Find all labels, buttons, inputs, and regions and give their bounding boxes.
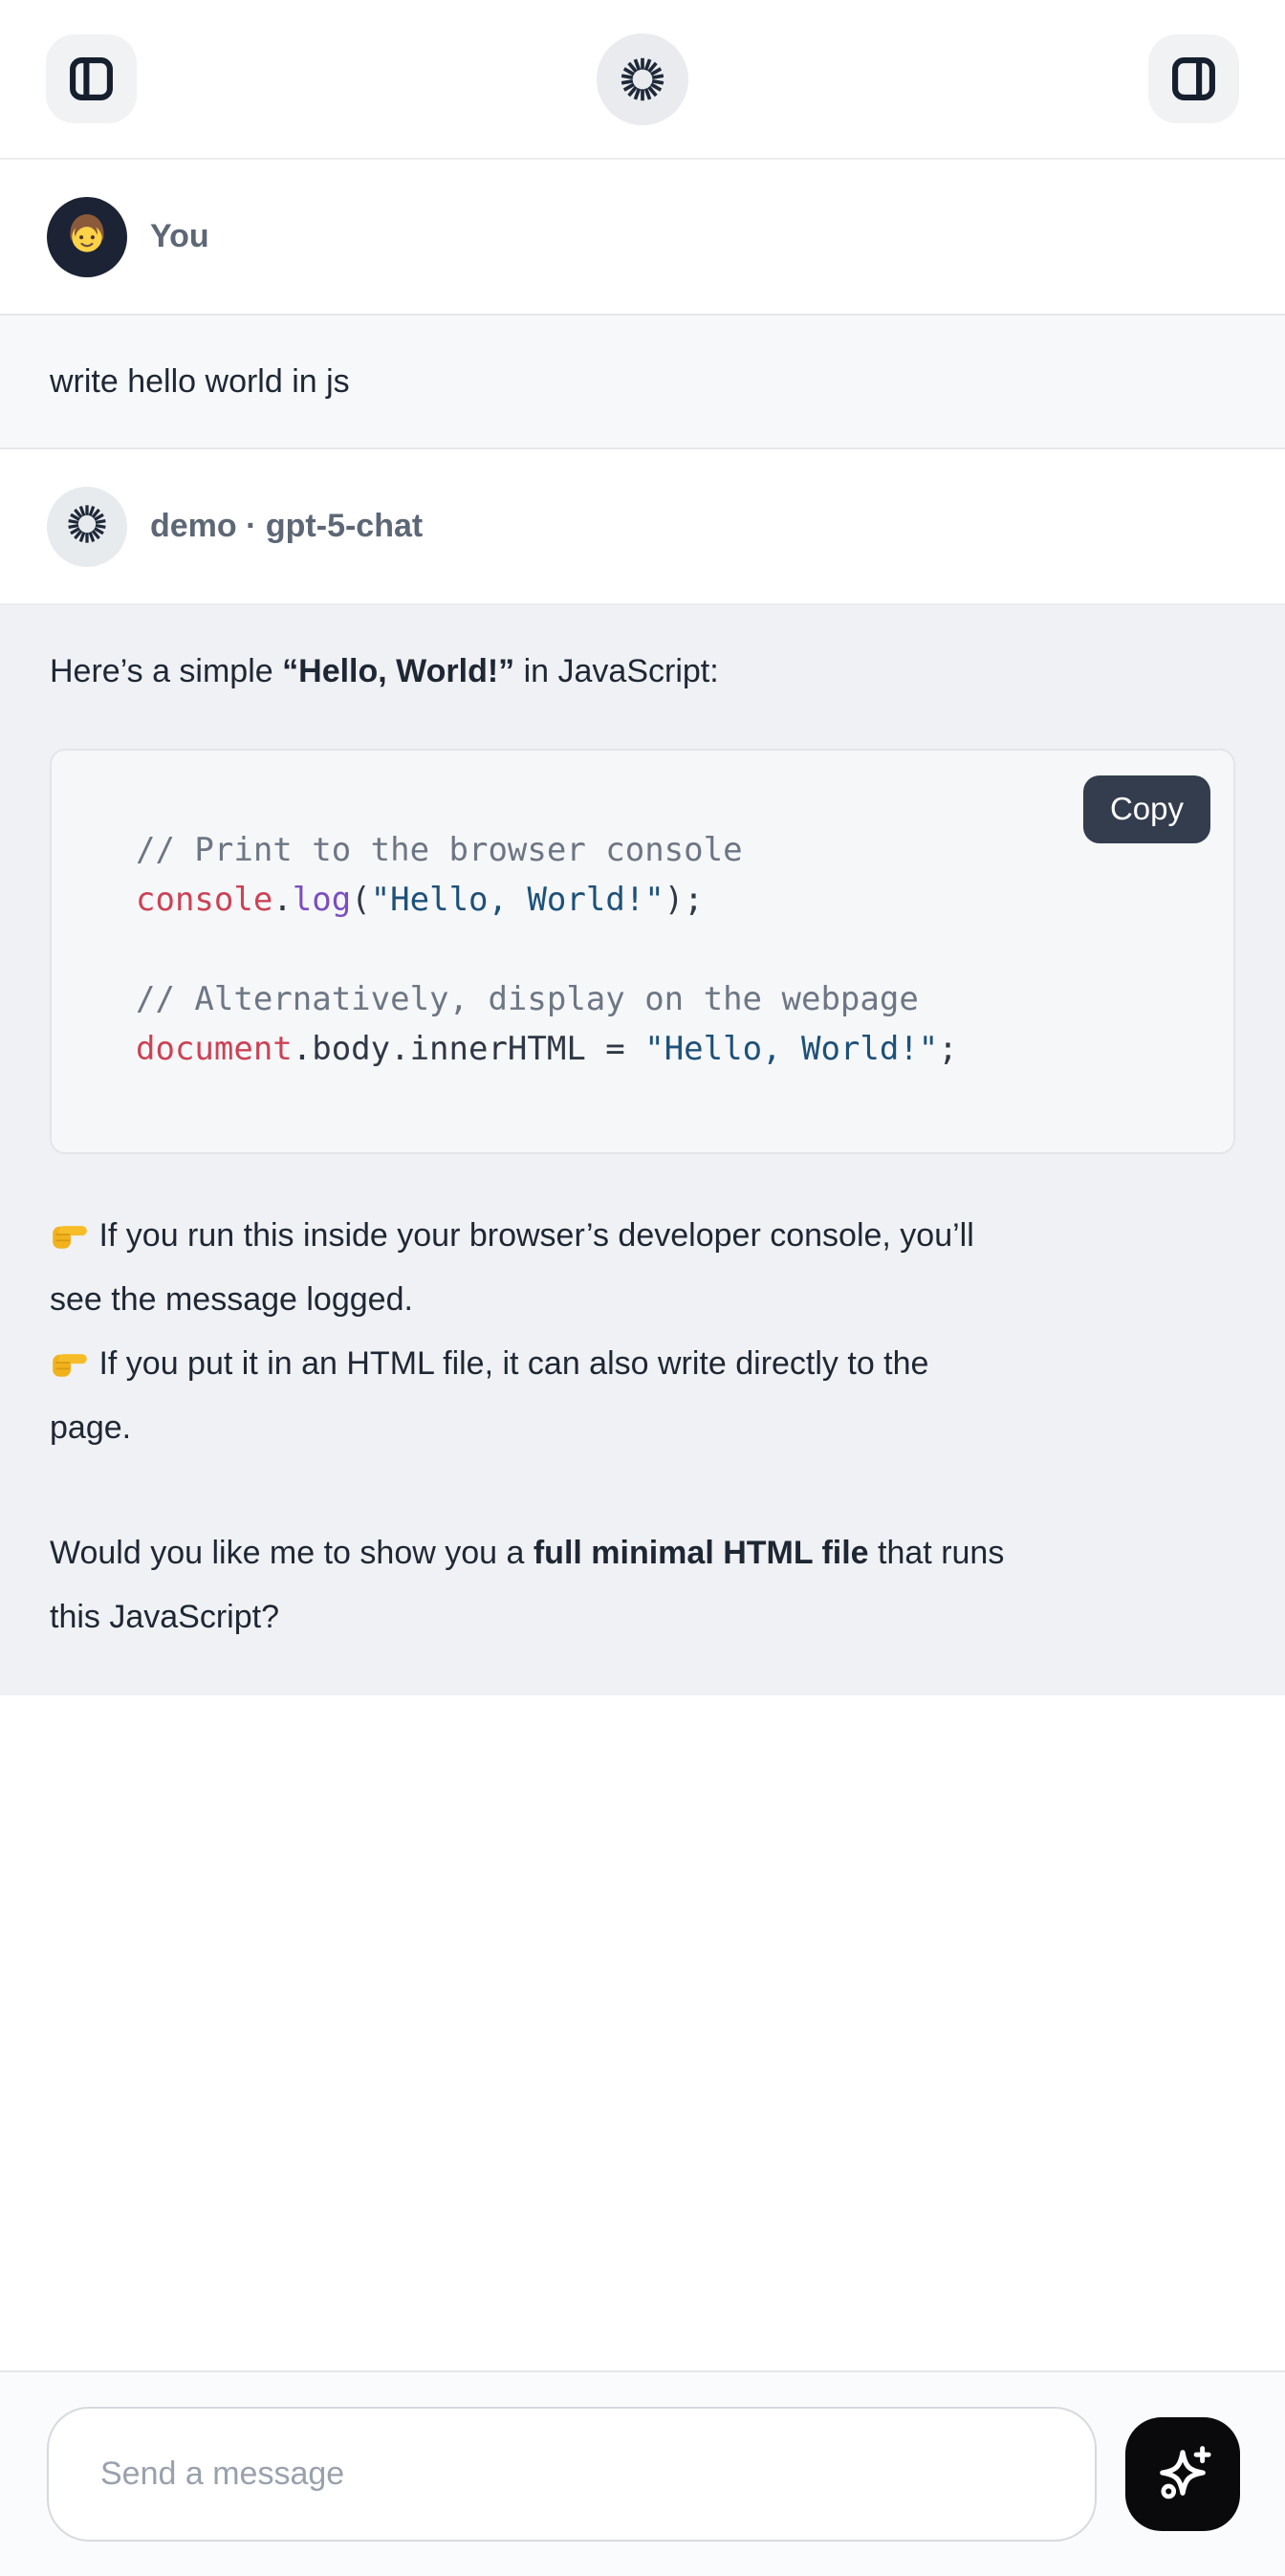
chat-app: You write hello world in js demo · gpt-5… xyxy=(0,0,1285,2576)
code-content: // Print to the browser consoleconsole.l… xyxy=(52,751,1233,1152)
right-panel-toggle-button[interactable] xyxy=(1148,34,1239,123)
send-button[interactable] xyxy=(1125,2417,1240,2531)
user-avatar xyxy=(47,197,127,277)
starburst-logo-icon xyxy=(618,55,667,104)
pointing-right-emoji xyxy=(50,1204,90,1268)
top-bar xyxy=(0,0,1285,160)
assistant-avatar xyxy=(47,487,127,567)
user-message-text: write hello world in js xyxy=(50,363,350,400)
user-role-row: You xyxy=(0,160,1285,314)
sidebar-toggle-button[interactable] xyxy=(46,34,137,123)
assistant-question-text: Would you like me to show you a full min… xyxy=(50,1521,1235,1649)
assistant-role-row: demo · gpt-5-chat xyxy=(0,449,1285,603)
copy-button[interactable]: Copy xyxy=(1083,775,1210,843)
pointing-right-emoji xyxy=(50,1332,90,1396)
composer xyxy=(0,2370,1285,2576)
sidebar-right-icon xyxy=(1170,55,1217,102)
user-message: write hello world in js xyxy=(0,314,1285,449)
assistant-intro-text: Here’s a simple “Hello, World!” in JavaS… xyxy=(50,647,1235,695)
starburst-logo-icon xyxy=(65,502,109,551)
assistant-notes-text: If you run this inside your browser’s de… xyxy=(50,1204,1235,1460)
sparkle-plus-icon xyxy=(1151,2441,1214,2507)
model-logo-button[interactable] xyxy=(597,33,688,125)
message-input[interactable] xyxy=(47,2407,1097,2542)
person-emoji-icon xyxy=(59,207,115,267)
user-role-label: You xyxy=(150,218,209,255)
sidebar-left-icon xyxy=(68,55,115,102)
assistant-message: Here’s a simple “Hello, World!” in JavaS… xyxy=(0,603,1285,1695)
code-block: Copy // Print to the browser consolecons… xyxy=(50,749,1235,1154)
assistant-role-label: demo · gpt-5-chat xyxy=(150,508,423,545)
conversation[interactable]: You write hello world in js demo · gpt-5… xyxy=(0,160,1285,1695)
